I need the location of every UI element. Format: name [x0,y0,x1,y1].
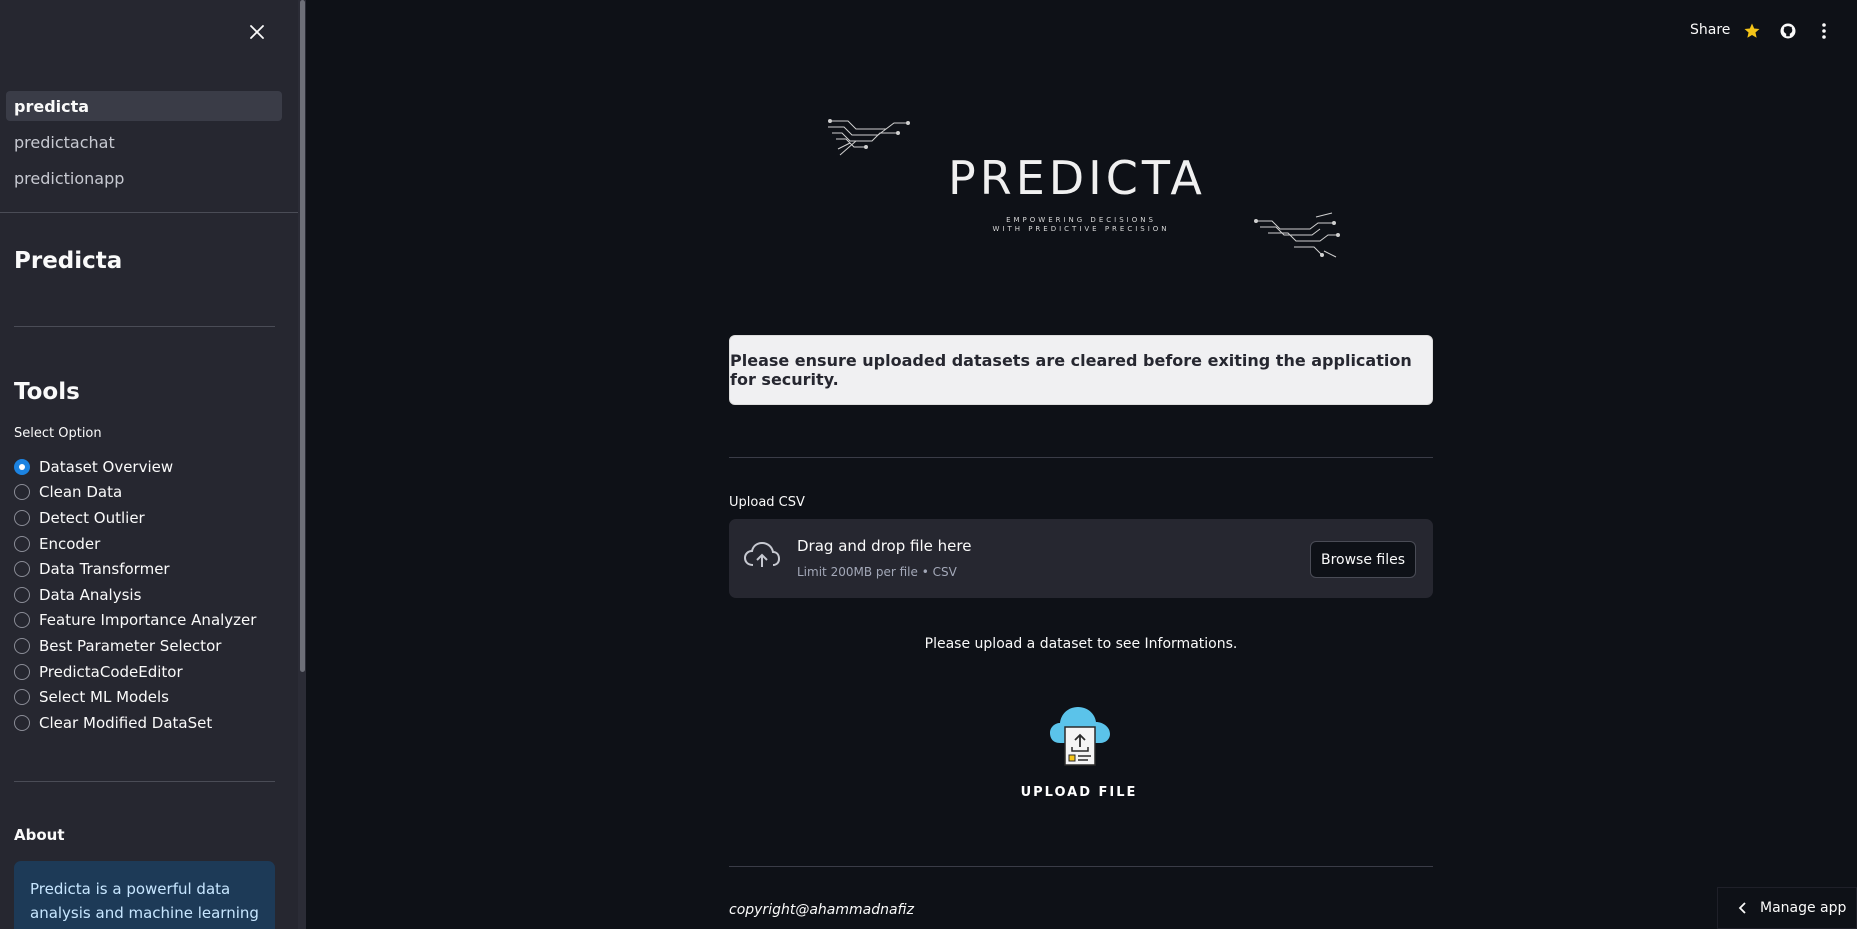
upload-file-caption: UPLOAD FILE [1020,785,1138,800]
radio-label: PredictaCodeEditor [39,662,183,681]
radio-button[interactable] [14,689,30,706]
page-nav: predicta predictachat predictionapp [6,91,282,199]
logo-title: PREDICTA [948,151,1206,205]
radio-feature-importance[interactable]: Feature Importance Analyzer [14,608,256,634]
radio-button[interactable] [14,458,30,475]
radio-label: Data Analysis [39,585,142,604]
main-divider-top [729,457,1433,458]
radio-label: Encoder [39,534,101,553]
radio-button[interactable] [14,535,30,552]
radio-data-analysis[interactable]: Data Analysis [14,582,256,608]
radio-clear-modified[interactable]: Clear Modified DataSet [14,710,256,736]
dropzone-title: Drag and drop file here [797,537,972,555]
tools-heading: Tools [14,379,80,405]
upload-info-message: Please upload a dataset to see Informati… [924,636,1238,652]
radio-encoder[interactable]: Encoder [14,531,256,557]
select-option-label: Select Option [14,426,102,441]
close-sidebar-button[interactable] [244,20,270,46]
sidebar-title: Predicta [14,248,123,274]
share-button[interactable]: Share [1690,22,1730,38]
radio-label: Clear Modified DataSet [39,713,213,732]
sidebar: predicta predictachat predictionapp Pred… [0,0,306,929]
browse-files-button[interactable]: Browse files [1310,541,1416,578]
radio-button[interactable] [14,663,30,680]
cloud-upload-icon [743,541,781,575]
radio-button[interactable] [14,484,30,501]
radio-dataset-overview[interactable]: Dataset Overview [14,454,256,480]
tools-divider [14,781,275,782]
radio-button[interactable] [14,714,30,731]
radio-label: Feature Importance Analyzer [39,611,257,630]
radio-label: Data Transformer [39,560,170,579]
copyright-text: copyright@ahammadnafiz [729,902,914,918]
circuit-right-icon [1254,211,1340,263]
nav-item-predicta[interactable]: predicta [6,91,282,121]
radio-detect-outlier[interactable]: Detect Outlier [14,505,256,531]
radio-button[interactable] [14,561,30,578]
security-notice: Please ensure uploaded datasets are clea… [729,335,1433,405]
about-info-box: Predicta is a powerful data analysis and… [14,861,275,929]
radio-best-parameter[interactable]: Best Parameter Selector [14,633,256,659]
radio-button[interactable] [14,586,30,603]
about-text: Predicta is a powerful data analysis and… [30,880,259,922]
nav-item-predictionapp[interactable]: predictionapp [6,163,282,193]
radio-button[interactable] [14,637,30,654]
radio-label: Best Parameter Selector [39,636,222,655]
tool-radio-group: Dataset Overview Clean Data Detect Outli… [14,454,256,736]
upload-file-illustration-icon [1048,703,1112,773]
nav-divider [0,212,298,213]
radio-label: Detect Outlier [39,508,145,527]
about-heading: About [14,826,65,844]
dropzone-limit-text: Limit 200MB per file • CSV [797,565,957,579]
radio-button[interactable] [14,612,30,629]
sidebar-divider [14,326,275,327]
nav-item-predictachat[interactable]: predictachat [6,127,282,157]
sidebar-scrollbar-thumb[interactable] [300,0,305,672]
radio-label: Select ML Models [39,688,169,707]
file-dropzone[interactable]: Drag and drop file here Limit 200MB per … [729,519,1433,598]
radio-label: Clean Data [39,483,123,502]
radio-label: Dataset Overview [39,457,174,476]
radio-code-editor[interactable]: PredictaCodeEditor [14,659,256,685]
close-icon [250,24,264,43]
security-notice-text: Please ensure uploaded datasets are clea… [730,351,1412,389]
kebab-menu-icon[interactable] [1814,21,1834,41]
manage-app-button[interactable]: Manage app [1717,887,1857,929]
upload-csv-label: Upload CSV [729,495,805,510]
star-icon[interactable] [1742,21,1762,41]
manage-app-label: Manage app [1760,900,1847,916]
predicta-logo: PREDICTA EMPOWERING DECISIONS WITH PREDI… [826,113,1340,258]
radio-button[interactable] [14,509,30,526]
circuit-left-icon [826,113,912,165]
radio-select-ml-models[interactable]: Select ML Models [14,684,256,710]
github-icon[interactable] [1778,21,1798,41]
radio-data-transformer[interactable]: Data Transformer [14,556,256,582]
radio-clean-data[interactable]: Clean Data [14,480,256,506]
chevron-left-icon [1738,902,1746,914]
main-divider-bottom [729,866,1433,867]
